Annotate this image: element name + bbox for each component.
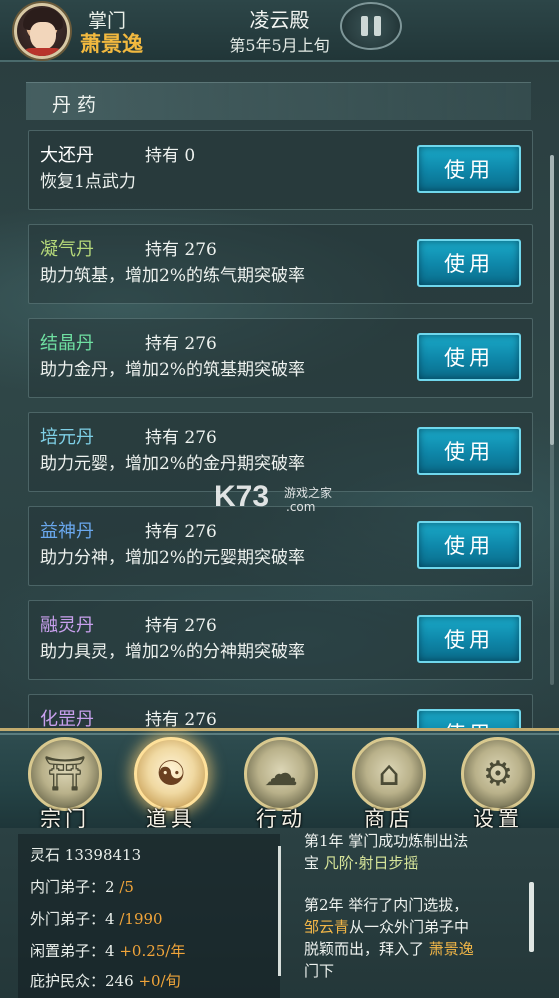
- nav-action[interactable]: ☁ 行动: [242, 737, 320, 831]
- category-title: 丹药: [52, 94, 103, 116]
- inner-disciples-label: 内门弟子：: [30, 878, 106, 896]
- list-item: 大还丹 持有 0 恢复1点武力 使用: [28, 130, 533, 210]
- list-scrollbar[interactable]: [550, 155, 554, 685]
- bottom-nav: ⛩ 宗门 ☯ 道具 ☁ 行动 ⌂ 商店 ⚙ 设置: [0, 728, 559, 831]
- log-master-name: 萧景逸: [428, 940, 474, 958]
- outer-disciples-stat: 外门弟子：4 /1990: [30, 908, 163, 929]
- panel-divider: [278, 846, 281, 976]
- list-item: 结晶丹 持有 276 助力金丹，增加2%的筑基期突破率 使用: [28, 318, 533, 398]
- player-name: 萧景逸: [80, 31, 143, 56]
- watermark-domain: .com: [286, 500, 316, 514]
- outer-disciples-value: 4: [105, 910, 115, 928]
- use-button[interactable]: 使用: [417, 145, 521, 193]
- item-name: 融灵丹: [40, 615, 94, 636]
- item-description: 恢复1点武力: [40, 172, 136, 192]
- sect-stats: 灵石 13398413 内门弟子：2 /5 外门弟子：4 /1990 闲置弟子：…: [18, 834, 280, 998]
- use-button[interactable]: 使用: [417, 427, 521, 475]
- item-description: 助力具灵，增加2%的分神期突破率: [40, 642, 305, 662]
- site-watermark: K73 游戏之家 .com: [214, 480, 354, 520]
- item-list[interactable]: 大还丹 持有 0 恢复1点武力 使用 凝气丹 持有 276 助力筑基，增加2%的…: [28, 130, 533, 730]
- shelter-rate: +0/旬: [138, 972, 181, 990]
- avatar-face: [30, 22, 56, 50]
- nav-items[interactable]: ☯ 道具: [132, 737, 210, 831]
- outer-disciples-max: /1990: [119, 910, 163, 928]
- item-held-count: 持有 276: [145, 334, 217, 354]
- shop-icon: ⌂: [352, 737, 426, 811]
- log-line: 第1年 掌门成功炼制出法: [304, 832, 469, 850]
- status-panel: 灵石 13398413 内门弟子：2 /5 外门弟子：4 /1990 闲置弟子：…: [0, 828, 559, 998]
- pause-icon-bar: [374, 16, 381, 36]
- log-line: 第2年 举行了内门选拔，: [304, 896, 469, 914]
- log-disciple-name: 邹云青: [304, 918, 350, 936]
- outer-disciples-label: 外门弟子：: [30, 910, 106, 928]
- log-text: 从一众外门弟子中: [349, 918, 470, 936]
- log-text: 宝: [304, 854, 324, 872]
- shelter-value: 246: [105, 972, 134, 990]
- item-held-count: 持有 0: [145, 146, 196, 166]
- idle-disciples-rate: +0.25/年: [119, 942, 186, 960]
- item-name: 益神丹: [40, 521, 94, 542]
- item-description: 助力分神，增加2%的元婴期突破率: [40, 548, 305, 568]
- item-name: 培元丹: [40, 427, 94, 448]
- avatar-robe: [21, 48, 65, 56]
- nav-settings[interactable]: ⚙ 设置: [459, 737, 537, 831]
- sect-gate-icon: ⛩: [28, 737, 102, 811]
- use-button[interactable]: 使用: [417, 521, 521, 569]
- top-header-bar: 掌门 萧景逸 凌云殿 第5年5月上旬: [0, 0, 559, 62]
- watermark-logo: K73: [214, 480, 270, 513]
- use-button[interactable]: 使用: [417, 615, 521, 663]
- log-scrollbar[interactable]: [529, 882, 534, 952]
- log-line: 门下: [304, 962, 335, 980]
- item-name: 结晶丹: [40, 333, 94, 354]
- action-icon: ☁: [244, 737, 318, 811]
- player-avatar[interactable]: [14, 3, 70, 59]
- nav-shop[interactable]: ⌂ 商店: [350, 737, 428, 831]
- list-item: 凝气丹 持有 276 助力筑基，增加2%的练气期突破率 使用: [28, 224, 533, 304]
- item-name: 凝气丹: [40, 239, 94, 260]
- pause-button[interactable]: [340, 2, 402, 50]
- item-description: 助力元婴，增加2%的金丹期突破率: [40, 454, 305, 474]
- item-bag-icon: ☯: [134, 737, 208, 811]
- list-item: 融灵丹 持有 276 助力具灵，增加2%的分神期突破率 使用: [28, 600, 533, 680]
- spirit-stone-stat: 灵石 13398413: [30, 844, 141, 865]
- spirit-stone-value: 13398413: [64, 846, 142, 864]
- item-name: 大还丹: [40, 145, 94, 166]
- watermark-site-name: 游戏之家: [284, 486, 333, 500]
- item-held-count: 持有 276: [145, 522, 217, 542]
- item-description: 助力筑基，增加2%的练气期突破率: [40, 266, 305, 286]
- use-button[interactable]: 使用: [417, 709, 521, 730]
- log-text: 脱颖而出，拜入了: [304, 940, 429, 958]
- log-line: 邹云青从一众外门弟子中: [304, 916, 469, 937]
- category-header: 丹药: [26, 82, 531, 120]
- item-name: 化罡丹: [40, 709, 94, 730]
- settings-gear-icon: ⚙: [461, 737, 535, 811]
- inner-disciples-max: /5: [119, 878, 134, 896]
- event-log[interactable]: 第1年 掌门成功炼制出法 宝 凡阶·射日步摇 第2年 举行了内门选拔， 邹云青从…: [290, 828, 540, 998]
- item-held-count: 持有 276: [145, 616, 217, 636]
- item-description: 助力金丹，增加2%的筑基期突破率: [40, 360, 305, 380]
- shelter-label: 庇护民众：: [30, 972, 106, 990]
- log-line: 宝 凡阶·射日步摇: [304, 852, 419, 873]
- use-button[interactable]: 使用: [417, 333, 521, 381]
- pause-icon: [361, 16, 368, 36]
- item-held-count: 持有 276: [145, 710, 217, 730]
- list-scrollbar-thumb[interactable]: [550, 155, 554, 445]
- shelter-stat: 庇护民众：246 +0/旬: [30, 970, 181, 991]
- item-held-count: 持有 276: [145, 428, 217, 448]
- nav-sect[interactable]: ⛩ 宗门: [26, 737, 104, 831]
- inner-disciples-value: 2: [105, 878, 115, 896]
- item-held-count: 持有 276: [145, 240, 217, 260]
- idle-disciples-value: 4: [105, 942, 115, 960]
- list-item: 化罡丹 持有 276 使用: [28, 694, 533, 730]
- spirit-stone-label: 灵石: [30, 846, 61, 864]
- log-item-name: 凡阶·射日步摇: [323, 854, 419, 872]
- inner-disciples-stat: 内门弟子：2 /5: [30, 876, 134, 897]
- log-line: 脱颖而出，拜入了 萧景逸: [304, 938, 474, 959]
- idle-disciples-label: 闲置弟子：: [30, 942, 106, 960]
- idle-disciples-stat: 闲置弟子：4 +0.25/年: [30, 940, 185, 961]
- use-button[interactable]: 使用: [417, 239, 521, 287]
